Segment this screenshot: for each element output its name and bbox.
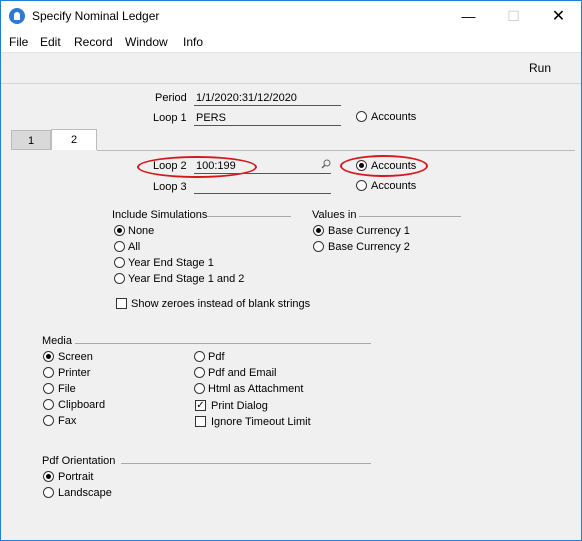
menu-record[interactable]: Record bbox=[74, 35, 113, 49]
title-bar[interactable]: Specify Nominal Ledger — ☐ ✕ bbox=[1, 1, 581, 32]
sim-year-end-1-2-radio[interactable] bbox=[114, 273, 125, 284]
menu-bar: File Edit Record Window Info bbox=[1, 32, 581, 53]
media-pdf-radio[interactable] bbox=[194, 351, 205, 362]
close-button[interactable]: ✕ bbox=[536, 1, 581, 32]
loop3-accounts-label: Accounts bbox=[371, 180, 417, 192]
tab-1[interactable]: 1 bbox=[11, 130, 51, 150]
media-screen-radio[interactable] bbox=[43, 351, 54, 362]
values-in-heading: Values in bbox=[312, 209, 357, 221]
print-dialog-label: Print Dialog bbox=[211, 400, 268, 412]
portrait-radio[interactable] bbox=[43, 471, 54, 482]
media-pdf-email-label: Pdf and Email bbox=[208, 367, 277, 379]
loop3-field[interactable] bbox=[194, 179, 331, 194]
media-pdf-label: Pdf bbox=[208, 351, 225, 363]
loop1-field[interactable]: PERS bbox=[194, 111, 341, 126]
base-currency-1-radio[interactable] bbox=[313, 225, 324, 236]
media-pdf-email-radio[interactable] bbox=[194, 367, 205, 378]
show-zeroes-label: Show zeroes instead of blank strings bbox=[131, 298, 311, 310]
run-button[interactable]: Run bbox=[529, 61, 551, 75]
media-clipboard-label: Clipboard bbox=[58, 399, 106, 411]
menu-file[interactable]: File bbox=[9, 35, 28, 49]
media-html-attachment-label: Html as Attachment bbox=[208, 383, 304, 395]
sim-none-radio[interactable] bbox=[114, 225, 125, 236]
period-field[interactable]: 1/1/2020:31/12/2020 bbox=[194, 91, 341, 106]
media-fax-radio[interactable] bbox=[43, 415, 54, 426]
sim-year-end-1-label: Year End Stage 1 bbox=[128, 257, 214, 269]
minimize-button[interactable]: — bbox=[446, 1, 491, 32]
base-currency-2-radio[interactable] bbox=[313, 241, 324, 252]
loop2-label: Loop 2 bbox=[153, 160, 187, 172]
base-currency-1-label: Base Currency 1 bbox=[328, 225, 410, 237]
include-simulations-heading: Include Simulations bbox=[112, 209, 208, 221]
media-heading: Media bbox=[42, 335, 72, 347]
loop2-field[interactable]: 100:199 bbox=[194, 159, 331, 174]
toolbar: Run bbox=[1, 53, 581, 84]
base-currency-2-label: Base Currency 2 bbox=[328, 241, 410, 253]
magnifier-icon[interactable] bbox=[321, 159, 331, 169]
tab-divider bbox=[97, 150, 575, 151]
loop3-accounts-radio[interactable] bbox=[356, 180, 367, 191]
media-file-radio[interactable] bbox=[43, 383, 54, 394]
print-dialog-checkbox[interactable]: ✓ bbox=[195, 400, 206, 411]
landscape-label: Landscape bbox=[58, 487, 112, 499]
loop1-label: Loop 1 bbox=[153, 112, 187, 124]
loop1-accounts-label: Accounts bbox=[371, 111, 417, 123]
landscape-radio[interactable] bbox=[43, 487, 54, 498]
media-fax-label: Fax bbox=[58, 415, 77, 427]
period-label: Period bbox=[155, 92, 187, 104]
window: Specify Nominal Ledger — ☐ ✕ File Edit R… bbox=[0, 0, 582, 541]
sim-year-end-1-radio[interactable] bbox=[114, 257, 125, 268]
media-clipboard-radio[interactable] bbox=[43, 399, 54, 410]
sim-all-radio[interactable] bbox=[114, 241, 125, 252]
portrait-label: Portrait bbox=[58, 471, 94, 483]
ignore-timeout-label: Ignore Timeout Limit bbox=[211, 416, 311, 428]
loop2-accounts-radio[interactable] bbox=[356, 160, 367, 171]
maximize-button[interactable]: ☐ bbox=[491, 1, 536, 32]
values-in-divider bbox=[359, 216, 461, 217]
media-screen-label: Screen bbox=[58, 351, 93, 363]
media-html-attachment-radio[interactable] bbox=[194, 383, 205, 394]
menu-info[interactable]: Info bbox=[183, 35, 203, 49]
sim-year-end-1-2-label: Year End Stage 1 and 2 bbox=[128, 273, 245, 285]
pdf-orientation-divider bbox=[121, 463, 371, 464]
media-printer-label: Printer bbox=[58, 367, 91, 379]
loop1-accounts-radio[interactable] bbox=[356, 111, 367, 122]
media-divider bbox=[75, 343, 371, 344]
window-title: Specify Nominal Ledger bbox=[32, 9, 160, 23]
app-icon bbox=[9, 8, 25, 24]
loop2-accounts-label: Accounts bbox=[371, 160, 417, 172]
menu-edit[interactable]: Edit bbox=[40, 35, 61, 49]
pdf-orientation-heading: Pdf Orientation bbox=[42, 455, 116, 467]
loop3-label: Loop 3 bbox=[153, 181, 187, 193]
sim-all-label: All bbox=[128, 241, 141, 253]
media-printer-radio[interactable] bbox=[43, 367, 54, 378]
tab-2[interactable]: 2 bbox=[51, 129, 97, 150]
media-file-label: File bbox=[58, 383, 76, 395]
show-zeroes-checkbox[interactable] bbox=[116, 298, 127, 309]
ignore-timeout-checkbox[interactable] bbox=[195, 416, 206, 427]
include-simulations-divider bbox=[207, 216, 291, 217]
sim-none-label: None bbox=[128, 225, 155, 237]
menu-window[interactable]: Window bbox=[125, 35, 168, 49]
